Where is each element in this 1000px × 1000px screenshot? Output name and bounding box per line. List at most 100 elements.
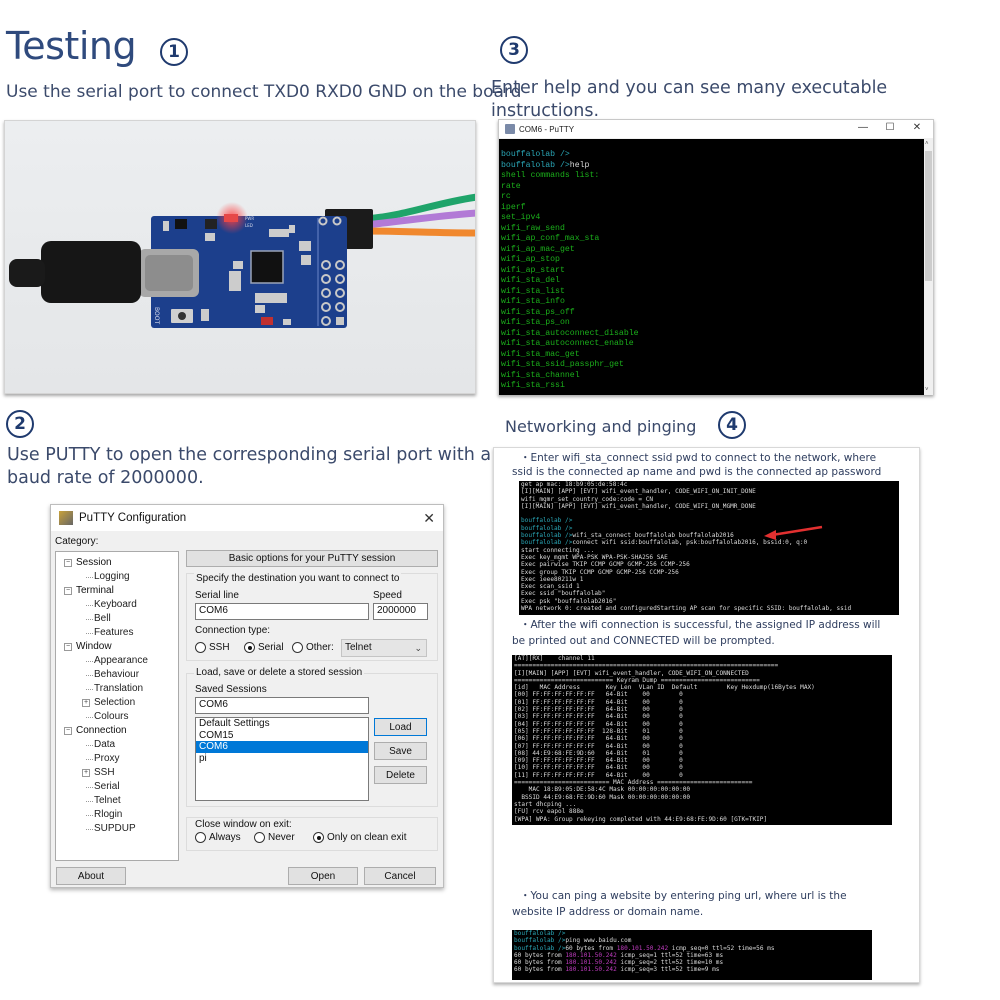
tree-item-ssh[interactable]: + SSH bbox=[64, 766, 178, 780]
tree-item-label: Behaviour bbox=[94, 669, 140, 680]
tree-item-rlogin[interactable]: Rlogin bbox=[64, 808, 178, 822]
serial-line-input[interactable]: COM6 bbox=[195, 603, 369, 620]
radio-ssh-dot[interactable] bbox=[195, 642, 206, 653]
radio-ssh-label: SSH bbox=[209, 642, 230, 653]
maximize-button[interactable]: ☐ bbox=[880, 122, 900, 133]
open-button[interactable]: Open bbox=[288, 867, 358, 885]
terminal-line: wifi_sta_ps_on bbox=[501, 318, 923, 329]
save-button[interactable]: Save bbox=[374, 742, 427, 760]
terminal-text: wifi_sta_mac_get bbox=[501, 349, 580, 359]
ping-reply: 60 bytes from 180.101.50.242 icmp_seq=2 … bbox=[514, 959, 870, 966]
tree-item-data[interactable]: Data bbox=[64, 738, 178, 752]
terminal-text: wifi_sta_ssid_passphr_get bbox=[501, 360, 624, 369]
tree-item-colours[interactable]: Colours bbox=[64, 710, 178, 724]
radio-never[interactable]: Never bbox=[254, 832, 295, 843]
session-item[interactable]: pi bbox=[196, 753, 368, 765]
collapse-icon: − bbox=[64, 559, 72, 567]
radio-ssh[interactable]: SSH bbox=[195, 642, 230, 653]
terminal-text: get ap mac: 18:b9:05:de:58:4c bbox=[521, 481, 628, 488]
keyram-row: [05] FF:FF:FF:FF:FF:FF 128-Bit 01 0 bbox=[514, 727, 683, 735]
load-button[interactable]: Load bbox=[374, 718, 427, 736]
radio-serial-label: Serial bbox=[258, 642, 284, 653]
session-item[interactable]: COM15 bbox=[196, 730, 368, 742]
tree-item-supdup[interactable]: SUPDUP bbox=[64, 822, 178, 836]
terminal-text: shell commands list: bbox=[501, 171, 600, 180]
scroll-up-icon[interactable]: ˄ bbox=[925, 141, 929, 147]
radio-always-dot[interactable] bbox=[195, 832, 206, 843]
terminal-text: connect wifi ssid:bouffalolab, psk:bouff… bbox=[572, 539, 808, 547]
tree-item-keyboard[interactable]: Keyboard bbox=[64, 598, 178, 612]
terminal-line: [05] FF:FF:FF:FF:FF:FF 128-Bit 01 0 bbox=[514, 728, 890, 735]
terminal-line: bouffalolab /> bbox=[521, 517, 897, 524]
terminal-prompt: bouffalolab /> bbox=[514, 930, 566, 937]
terminal-text: [id] MAC Address Key Len VLan ID Default… bbox=[514, 684, 815, 692]
tree-item-serial[interactable]: Serial bbox=[64, 780, 178, 794]
tree-connector bbox=[86, 815, 93, 816]
tree-item-selection[interactable]: + Selection bbox=[64, 696, 178, 710]
session-item[interactable]: COM6 bbox=[196, 741, 368, 753]
ping-reply: 60 bytes from 180.101.50.242 icmp_seq=3 … bbox=[514, 966, 870, 973]
close-icon[interactable]: ✕ bbox=[423, 510, 435, 527]
tree-item-proxy[interactable]: Proxy bbox=[64, 752, 178, 766]
radio-other[interactable]: Other: bbox=[292, 642, 334, 653]
terminal-text: WPA network 0: created and configuredSta… bbox=[521, 605, 852, 613]
tree-item-label: SUPDUP bbox=[94, 823, 136, 834]
tree-item-telnet[interactable]: Telnet bbox=[64, 794, 178, 808]
delete-button[interactable]: Delete bbox=[374, 766, 427, 784]
terminal-line: Exec ieee80211w 1 bbox=[521, 576, 897, 583]
terminal-text: icmp_seq=0 ttl=52 time=56 ms bbox=[668, 944, 775, 952]
tree-item-connection[interactable]: − Connection bbox=[64, 724, 178, 738]
speed-label: Speed bbox=[373, 590, 402, 601]
terminal-text: wifi_ap_start bbox=[501, 265, 565, 275]
saved-sessions-list[interactable]: Default Settings COM15 COM6 pi bbox=[195, 717, 369, 801]
tree-item-logging[interactable]: Logging bbox=[64, 570, 178, 584]
radio-other-dot[interactable] bbox=[292, 642, 303, 653]
radio-never-label: Never bbox=[268, 832, 295, 843]
scroll-down-icon[interactable]: ˅ bbox=[925, 387, 929, 393]
protocol-select[interactable]: Telnet ⌄ bbox=[341, 639, 427, 657]
keyram-row: [06] FF:FF:FF:FF:FF:FF 64-Bit 00 0 bbox=[514, 735, 683, 743]
tree-item-features[interactable]: Features bbox=[64, 626, 178, 640]
terminal-command: help bbox=[569, 160, 590, 170]
radio-only-clean-exit-dot[interactable] bbox=[313, 832, 324, 843]
terminal-text: [I][MAIN] [APP] [EVT] wifi_event_handler… bbox=[521, 502, 756, 510]
pwr-label: PWR bbox=[245, 216, 254, 221]
keyram-row: [02] FF:FF:FF:FF:FF:FF 64-Bit 00 0 bbox=[514, 706, 683, 714]
tree-item-bell[interactable]: Bell bbox=[64, 612, 178, 626]
step-2-badge: 2 bbox=[6, 410, 34, 438]
putty-icon bbox=[505, 124, 515, 134]
tree-item-appearance[interactable]: Appearance bbox=[64, 654, 178, 668]
terminal-text: icmp_seq=2 ttl=52 time=10 ms bbox=[616, 959, 724, 967]
category-tree[interactable]: − Session Logging − Terminal Keyboard Bell Feat… bbox=[55, 551, 179, 861]
terminal-text: wifi_sta_info bbox=[501, 297, 565, 306]
tree-item-window[interactable]: − Window bbox=[64, 640, 178, 654]
tree-item-terminal[interactable]: − Terminal bbox=[64, 584, 178, 598]
about-button[interactable]: About bbox=[56, 867, 126, 885]
radio-only-clean-exit[interactable]: Only on clean exit bbox=[313, 832, 407, 843]
saved-sessions-input[interactable]: COM6 bbox=[195, 697, 369, 714]
terminal-line: bouffalolab /> bbox=[521, 525, 897, 532]
tree-item-session[interactable]: − Session bbox=[64, 556, 178, 570]
radio-serial[interactable]: Serial bbox=[244, 642, 284, 653]
keyram-row: [11] FF:FF:FF:FF:FF:FF 64-Bit 00 0 bbox=[514, 771, 683, 779]
radio-serial-dot[interactable] bbox=[244, 642, 255, 653]
putty-terminal-titlebar: COM6 - PuTTY — ☐ ✕ bbox=[499, 120, 933, 138]
cancel-button[interactable]: Cancel bbox=[364, 867, 436, 885]
terminal-connected-output: [AT][RX] channel 11 =====================… bbox=[512, 655, 892, 825]
radio-always[interactable]: Always bbox=[195, 832, 241, 843]
destination-group-label: Specify the destination you want to conn… bbox=[194, 573, 402, 584]
speed-input[interactable]: 2000000 bbox=[373, 603, 428, 620]
minimize-button[interactable]: — bbox=[853, 122, 873, 133]
terminal-line: start dhcping ... bbox=[514, 801, 890, 808]
terminal-line: wifi_mgmr_set_country_code:code = CN bbox=[521, 496, 897, 503]
tree-item-behaviour[interactable]: Behaviour bbox=[64, 668, 178, 682]
scrollbar-thumb[interactable] bbox=[925, 151, 932, 281]
tree-item-translation[interactable]: Translation bbox=[64, 682, 178, 696]
terminal-output[interactable]: bouffalolab /> bouffalolab />help shell co… bbox=[499, 139, 925, 395]
terminal-text: rate bbox=[501, 181, 521, 191]
terminal-scrollbar[interactable]: ˄ ˅ bbox=[924, 139, 933, 395]
radio-never-dot[interactable] bbox=[254, 832, 265, 843]
close-button[interactable]: ✕ bbox=[907, 122, 927, 133]
session-item[interactable]: Default Settings bbox=[196, 718, 368, 730]
terminal-text: rc bbox=[501, 192, 511, 201]
